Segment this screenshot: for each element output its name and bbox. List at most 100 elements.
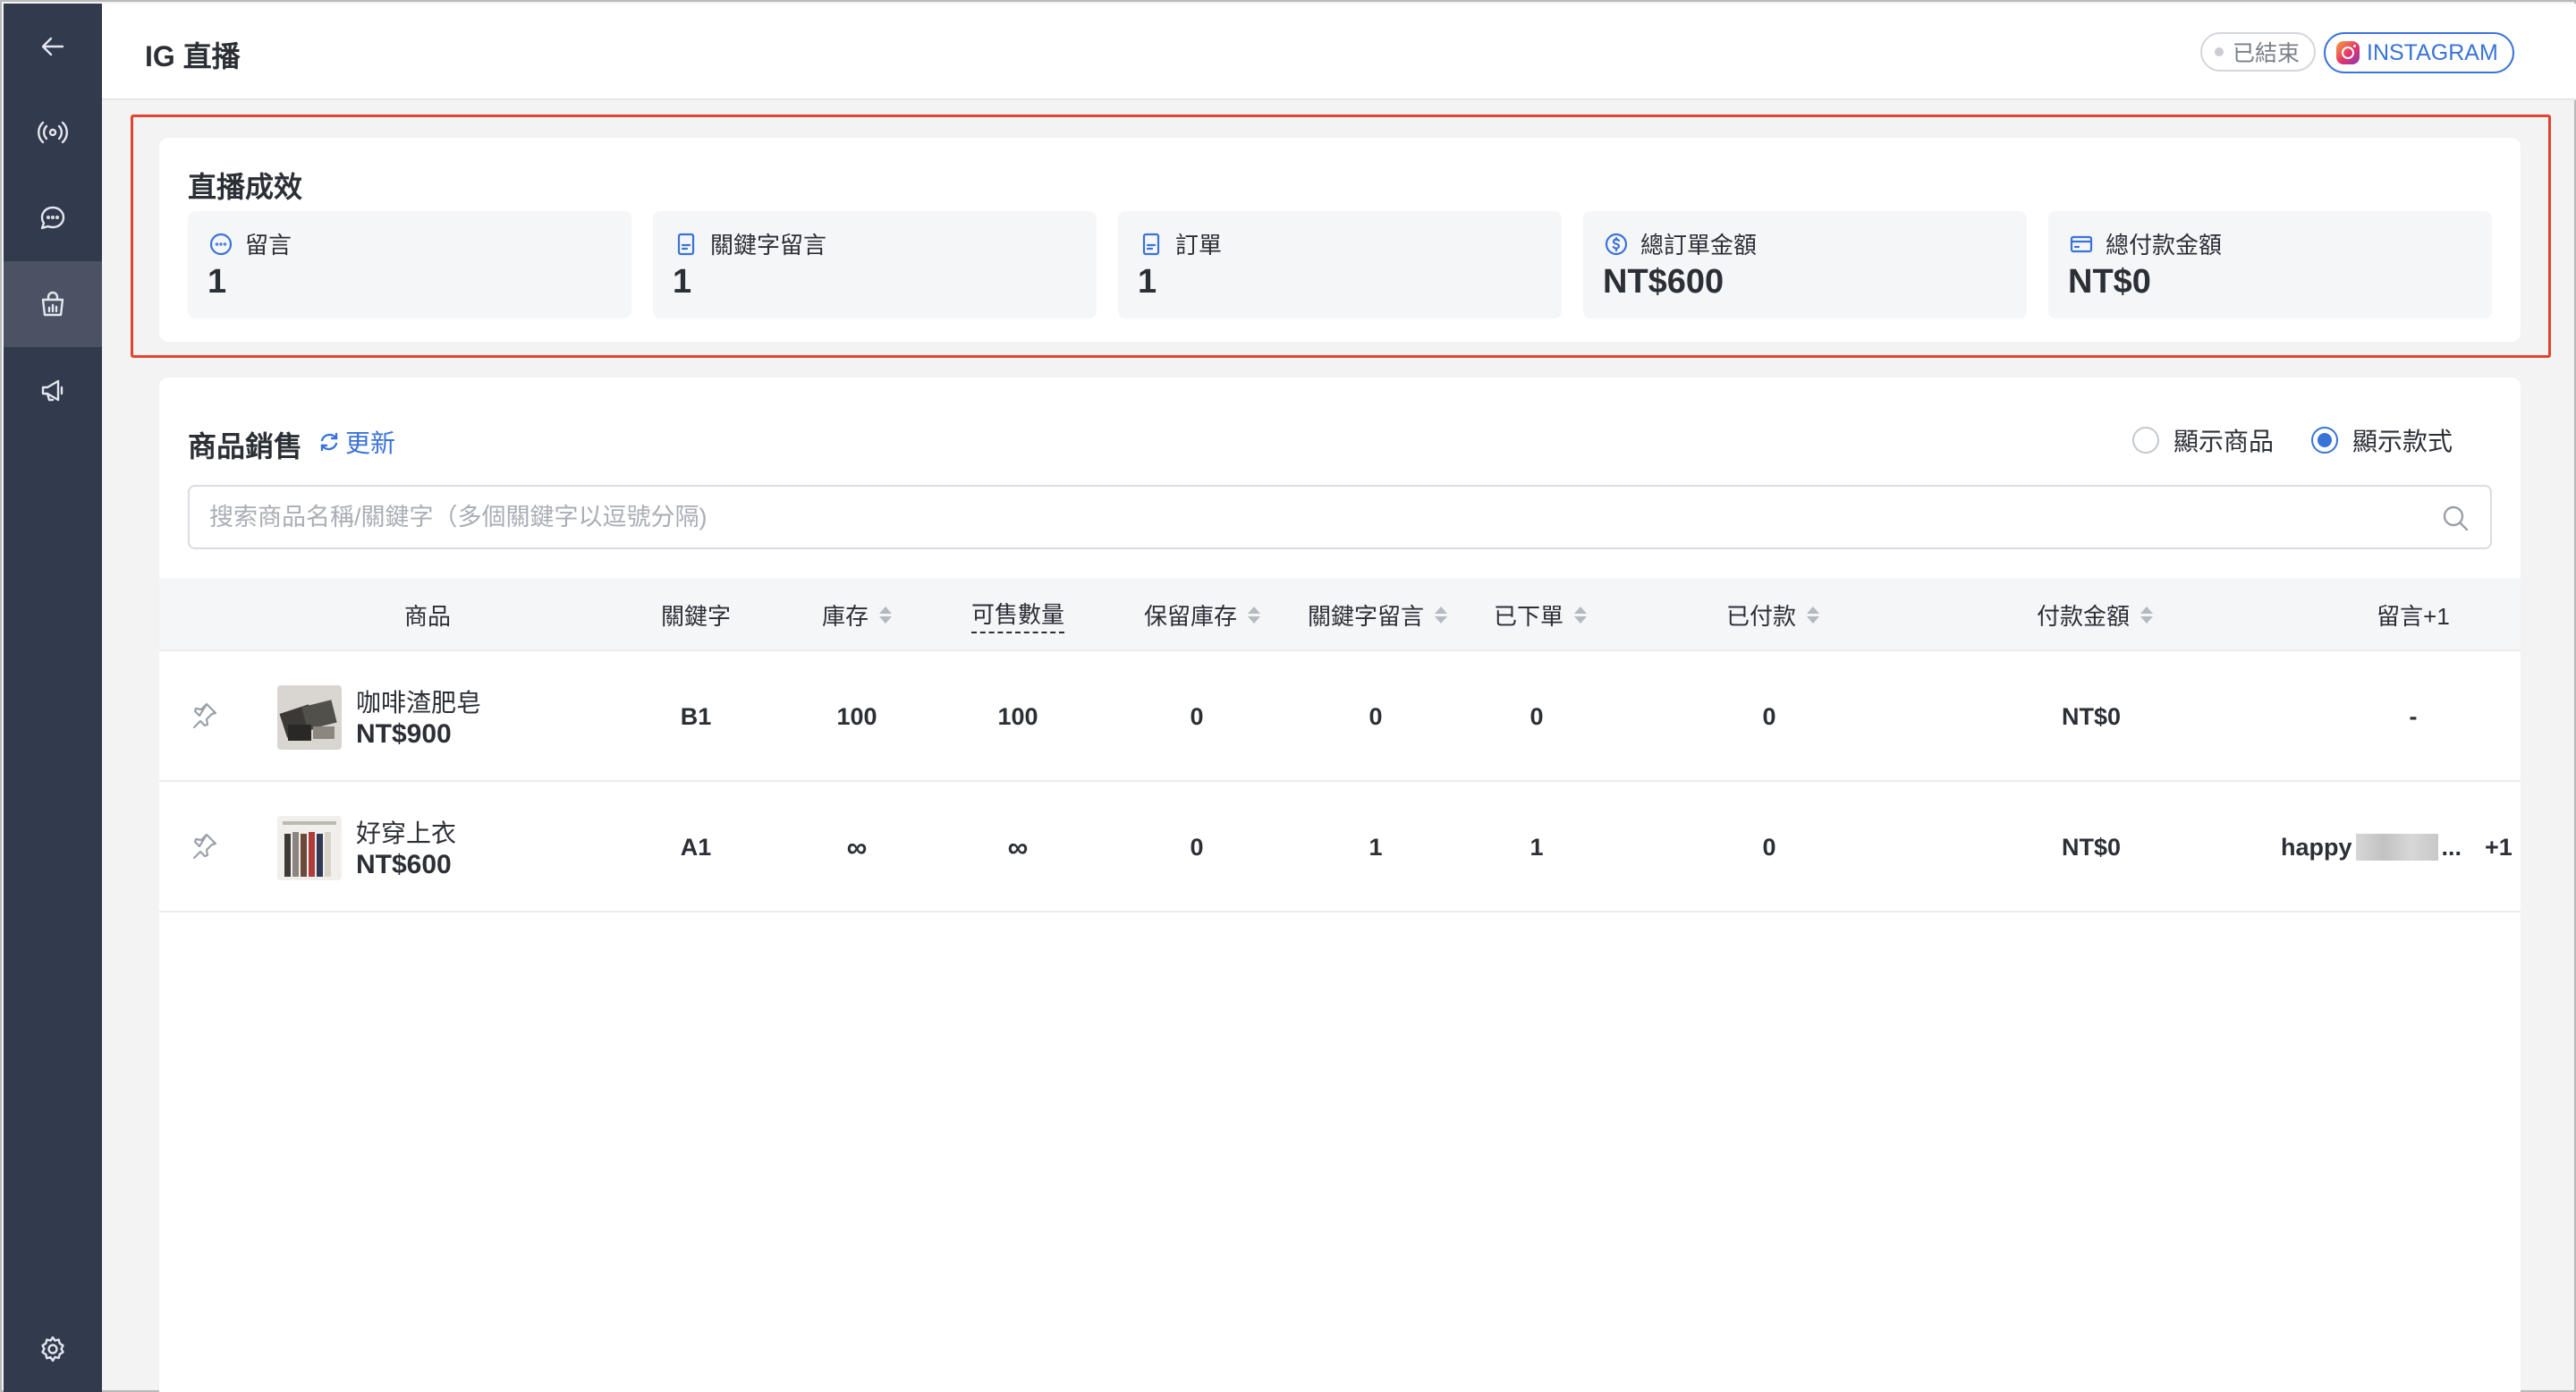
radio-label: 顯示款式 bbox=[2352, 428, 2453, 455]
status-dot-icon bbox=[2215, 47, 2224, 56]
document-icon bbox=[677, 233, 695, 255]
radio-circle bbox=[2132, 427, 2159, 454]
sidebar-item-campaign[interactable] bbox=[4, 347, 102, 433]
cell-ordered: 0 bbox=[1530, 702, 1544, 730]
sales-card: 商品銷售 更新 顯示商品 顯示款式 商品 關鍵字 庫存 可售數量 保留庫存 關鍵… bbox=[159, 378, 2521, 1392]
back-arrow-icon bbox=[41, 37, 64, 56]
cell-ordered: 1 bbox=[1530, 833, 1544, 861]
table-row: 好穿上衣 NT$600 A1 ∞ ∞ 0 1 1 0 NT$0 happy ..… bbox=[159, 782, 2521, 912]
sidebar-item-comments[interactable] bbox=[4, 175, 102, 261]
settings-button[interactable] bbox=[4, 1306, 102, 1392]
table-row: 咖啡渣肥皂 NT$900 B1 100 100 0 0 0 0 NT$0 - bbox=[159, 651, 2521, 782]
stat-value: 1 bbox=[208, 263, 227, 301]
sort-icon bbox=[879, 606, 893, 624]
cell-keyword: B1 bbox=[680, 702, 712, 730]
cell-comments: - bbox=[2409, 702, 2418, 730]
product-thumbnail bbox=[277, 685, 342, 750]
column-keyword-comments[interactable]: 關鍵字留言 bbox=[1308, 578, 1448, 651]
status-label: 已結束 bbox=[2233, 41, 2301, 66]
column-paid-amount[interactable]: 付款金額 bbox=[2037, 578, 2154, 651]
app-window: IG 直播 已結束 INSTAGRAM 直播成效 留言 1 關鍵字留言 1 訂單… bbox=[0, 0, 2576, 1392]
sidebar-item-sales[interactable] bbox=[4, 261, 102, 347]
stat-value: NT$600 bbox=[1603, 263, 1724, 301]
stat-total-paid-amount: 總付款金額 NT$0 bbox=[2048, 211, 2492, 318]
stat-value: NT$0 bbox=[2068, 263, 2151, 301]
page-header: IG 直播 已結束 INSTAGRAM bbox=[102, 4, 2576, 100]
comment-ellipsis: ... bbox=[2441, 833, 2462, 861]
platform-label: INSTAGRAM bbox=[2367, 39, 2498, 65]
column-sellable[interactable]: 可售數量 bbox=[970, 578, 1065, 651]
stat-label: 訂單 bbox=[1175, 232, 1223, 259]
sidebar bbox=[4, 4, 102, 1392]
sort-icon bbox=[1248, 606, 1261, 624]
sales-title: 商品銷售 bbox=[188, 430, 303, 463]
cell-keyword: A1 bbox=[680, 833, 712, 861]
stat-label: 總付款金額 bbox=[2106, 232, 2223, 259]
product-price: NT$600 bbox=[356, 850, 452, 879]
sidebar-item-live[interactable] bbox=[4, 89, 102, 175]
commenter-name: happy bbox=[2281, 833, 2352, 861]
pin-icon[interactable] bbox=[186, 698, 222, 734]
cell-reserved: 0 bbox=[1190, 833, 1204, 861]
chat-bubble-icon bbox=[40, 206, 65, 230]
sort-icon bbox=[1807, 606, 1820, 624]
radio-circle-selected bbox=[2311, 427, 2338, 454]
document-icon bbox=[1142, 233, 1160, 255]
broadcast-icon bbox=[38, 121, 68, 144]
cell-keyword-comments: 0 bbox=[1368, 702, 1383, 730]
instagram-icon bbox=[2336, 41, 2360, 64]
back-button[interactable] bbox=[4, 4, 102, 89]
stat-label: 總訂單金額 bbox=[1640, 232, 1758, 259]
cell-comments[interactable]: happy ... bbox=[2281, 782, 2462, 912]
redacted-text bbox=[2355, 834, 2438, 861]
refresh-icon bbox=[320, 432, 338, 452]
cell-keyword-comments: 1 bbox=[1368, 833, 1383, 861]
stat-keyword-comments: 關鍵字留言 1 bbox=[653, 211, 1097, 318]
cell-paid-amount: NT$0 bbox=[2061, 702, 2122, 730]
cell-stock: 100 bbox=[836, 702, 877, 730]
radio-show-variants[interactable]: 顯示款式 bbox=[2311, 422, 2453, 458]
cell-paid: 0 bbox=[1762, 833, 1776, 861]
cell-reserved: 0 bbox=[1190, 702, 1204, 730]
product-name: 好穿上衣 bbox=[356, 819, 457, 847]
stat-value: 1 bbox=[1138, 263, 1157, 301]
search-icon[interactable] bbox=[2440, 503, 2470, 533]
column-paid[interactable]: 已付款 bbox=[1726, 578, 1820, 651]
cell-sellable: 100 bbox=[997, 702, 1038, 730]
gear-icon bbox=[41, 1336, 64, 1362]
column-stock[interactable]: 庫存 bbox=[822, 578, 893, 651]
column-ordered[interactable]: 已下單 bbox=[1494, 578, 1588, 651]
page-title: IG 直播 bbox=[145, 40, 241, 72]
status-badge: 已結束 bbox=[2200, 32, 2317, 72]
product-price: NT$900 bbox=[356, 719, 452, 749]
sort-icon bbox=[1574, 606, 1588, 624]
column-product: 商品 bbox=[403, 602, 452, 630]
column-reserved[interactable]: 保留庫存 bbox=[1144, 578, 1261, 651]
cell-paid: 0 bbox=[1762, 702, 1776, 730]
performance-card: 直播成效 留言 1 關鍵字留言 1 訂單 1 總訂單金額 NT$600 總付款金… bbox=[159, 138, 2521, 342]
product-name: 咖啡渣肥皂 bbox=[356, 689, 482, 717]
stat-label: 關鍵字留言 bbox=[710, 232, 827, 259]
comment-icon bbox=[209, 233, 233, 255]
search-box bbox=[188, 485, 2492, 549]
search-input[interactable] bbox=[209, 487, 2410, 547]
cell-sellable: ∞ bbox=[1007, 830, 1029, 863]
refresh-label: 更新 bbox=[345, 429, 396, 457]
dollar-circle-icon bbox=[1605, 233, 1628, 255]
radio-label: 顯示商品 bbox=[2174, 428, 2275, 455]
column-keyword: 關鍵字 bbox=[660, 602, 732, 630]
platform-badge[interactable]: INSTAGRAM bbox=[2324, 32, 2514, 73]
product-thumbnail bbox=[277, 816, 342, 880]
stat-value: 1 bbox=[673, 263, 692, 301]
shopping-bag-chart-icon bbox=[41, 291, 64, 317]
megaphone-icon bbox=[41, 379, 64, 402]
refresh-button[interactable]: 更新 bbox=[317, 424, 395, 460]
stat-label: 留言 bbox=[245, 232, 292, 259]
stat-orders: 訂單 1 bbox=[1118, 211, 1562, 318]
radio-show-products[interactable]: 顯示商品 bbox=[2132, 422, 2274, 458]
pin-icon[interactable] bbox=[186, 828, 222, 864]
cell-paid-amount: NT$0 bbox=[2061, 833, 2122, 861]
sort-icon bbox=[1435, 606, 1448, 624]
sort-icon bbox=[2140, 606, 2154, 624]
stat-total-order-amount: 總訂單金額 NT$600 bbox=[1583, 211, 2027, 318]
